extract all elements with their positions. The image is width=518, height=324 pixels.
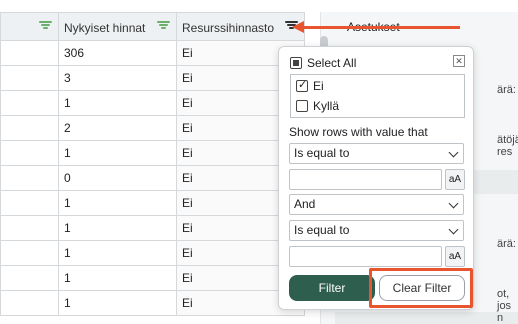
table-row[interactable]: 1 Ei	[0, 240, 305, 266]
grid-body: 306 Ei 3 Ei 1 Ei 2 Ei 1 Ei 0 Ei 1 Ei 1 Ei 1 Ei 1 Ei 1 Ei	[0, 40, 305, 316]
condition-select-2-value: Is equal to	[294, 223, 350, 237]
table-cell[interactable]: 1	[58, 190, 177, 216]
column-header-resurssihinnasto[interactable]: Resurssihinnasto	[176, 12, 305, 41]
select-all-label: Select All	[307, 56, 357, 70]
value-option-kylla[interactable]: Kyllä	[296, 99, 339, 113]
table-row[interactable]: 306 Ei	[0, 40, 305, 66]
show-rows-label: Show rows with value that	[289, 125, 428, 139]
condition-select-2[interactable]: Is equal to	[289, 220, 464, 241]
settings-text-fragment: ätöjä res	[497, 134, 518, 158]
table-cell[interactable]: 2	[58, 115, 177, 141]
table-row[interactable]: 1 Ei	[0, 265, 305, 291]
table-row[interactable]: 1 Ei	[0, 290, 305, 316]
filter-value-input-2[interactable]	[289, 246, 442, 267]
table-cell[interactable]	[0, 215, 59, 241]
table-row[interactable]: 1 Ei	[0, 90, 305, 116]
table-cell[interactable]	[0, 115, 59, 141]
operator-select-value: And	[294, 197, 316, 211]
filter-value-input-1[interactable]	[289, 169, 442, 190]
filter-icon[interactable]	[157, 20, 170, 32]
table-cell[interactable]	[0, 190, 59, 216]
filter-button[interactable]: Filter	[289, 275, 375, 301]
table-cell[interactable]: 1	[58, 215, 177, 241]
annotation-arrow-line	[300, 26, 460, 29]
data-grid: Nykyiset hinnat Resurssihinnasto 306 Ei 3 E…	[0, 12, 305, 316]
table-cell[interactable]	[0, 165, 59, 191]
value-label-ei: Ei	[313, 79, 324, 93]
close-icon[interactable]: ✕	[453, 55, 465, 67]
table-cell[interactable]	[0, 40, 59, 66]
value-option-ei[interactable]: Ei	[296, 78, 324, 93]
table-cell[interactable]	[0, 265, 59, 291]
match-case-button[interactable]: aA	[445, 169, 465, 190]
table-cell[interactable]: 1	[58, 90, 177, 116]
table-cell[interactable]: 1	[58, 265, 177, 291]
table-cell[interactable]: 1	[58, 290, 177, 316]
table-cell[interactable]: 306	[58, 40, 177, 66]
table-row[interactable]: 1 Ei	[0, 190, 305, 216]
settings-text-fragment: ärä:	[497, 84, 516, 96]
column-header-0[interactable]	[0, 12, 59, 41]
filter-icon[interactable]	[39, 20, 52, 32]
table-cell[interactable]	[0, 90, 59, 116]
table-row[interactable]: 3 Ei	[0, 65, 305, 91]
table-row[interactable]: 0 Ei	[0, 165, 305, 191]
table-cell[interactable]: 3	[58, 65, 177, 91]
chevron-down-icon	[448, 147, 459, 158]
column-header-nykyiset-hinnat[interactable]: Nykyiset hinnat	[58, 12, 177, 41]
header-row: Nykyiset hinnat Resurssihinnasto	[0, 12, 305, 41]
table-cell[interactable]: 1	[58, 140, 177, 166]
value-list: Ei Kyllä	[290, 74, 465, 118]
settings-band	[335, 312, 518, 324]
chevron-down-icon	[448, 224, 459, 235]
select-all-option[interactable]: Select All	[290, 56, 356, 70]
settings-text-fragment: ot, jos n	[497, 288, 512, 324]
table-cell[interactable]	[0, 140, 59, 166]
table-cell[interactable]: 1	[58, 240, 177, 266]
table-cell[interactable]	[0, 240, 59, 266]
table-cell[interactable]	[0, 290, 59, 316]
condition-select-1[interactable]: Is equal to	[289, 143, 464, 164]
value-label-kylla: Kyllä	[313, 99, 340, 113]
value-checkbox-kylla[interactable]	[296, 100, 308, 112]
table-row[interactable]: 2 Ei	[0, 115, 305, 141]
table-row[interactable]: 1 Ei	[0, 215, 305, 241]
operator-select[interactable]: And	[289, 194, 464, 215]
annotation-highlight-box	[369, 268, 473, 308]
annotation-arrow-head	[292, 21, 304, 33]
settings-text-fragment: ärä:	[497, 238, 516, 250]
value-checkbox-ei[interactable]	[296, 78, 308, 92]
chevron-down-icon	[448, 198, 459, 209]
table-row[interactable]: 1 Ei	[0, 140, 305, 166]
match-case-button[interactable]: aA	[445, 246, 465, 267]
table-cell[interactable]: 0	[58, 165, 177, 191]
condition-select-1-value: Is equal to	[294, 146, 350, 160]
table-cell[interactable]	[0, 65, 59, 91]
select-all-checkbox[interactable]	[290, 57, 302, 69]
